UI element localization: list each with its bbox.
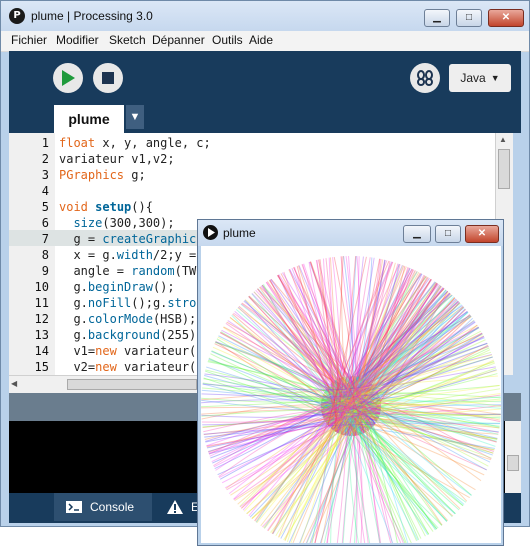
close-button[interactable]: ✕ <box>488 9 524 27</box>
line-number: 6 <box>41 216 49 230</box>
code-line: float x, y, angle, c; <box>59 136 211 150</box>
butterfly-icon <box>417 70 433 86</box>
mode-label: Java <box>460 71 486 85</box>
scroll-thumb[interactable] <box>498 149 510 189</box>
menu-depanner[interactable]: Dépanner <box>152 33 205 47</box>
line-number: 7 <box>41 232 49 246</box>
window-title: plume | Processing 3.0 <box>31 9 153 23</box>
menu-outils[interactable]: Outils <box>212 33 243 47</box>
line-number: 15 <box>34 360 49 374</box>
run-button[interactable] <box>53 63 83 93</box>
console-icon <box>66 501 82 513</box>
mode-selector[interactable]: Java ▼ <box>449 64 511 92</box>
sketch-close-button[interactable]: ✕ <box>465 225 499 243</box>
code-line: g = createGraphics( <box>59 232 210 246</box>
line-number: 5 <box>41 200 49 214</box>
code-line: size(300,300); <box>73 216 175 230</box>
scroll-thumb[interactable] <box>67 379 197 390</box>
line-number: 14 <box>34 344 49 358</box>
sketch-window: plume ▁ □ ✕ <box>197 219 504 546</box>
stop-icon <box>102 72 114 84</box>
code-line: PGraphics g; <box>59 168 146 182</box>
warning-icon <box>167 500 183 514</box>
line-number: 10 <box>34 280 49 294</box>
sketch-title-bar[interactable]: plume ▁ □ ✕ <box>198 220 503 246</box>
console-scrollbar[interactable] <box>505 421 521 493</box>
code-line: v2=new variateur(- <box>59 360 204 374</box>
sketch-maximize-button[interactable]: □ <box>435 225 461 243</box>
debug-button[interactable] <box>410 63 440 93</box>
menu-modifier[interactable]: Modifier <box>56 33 99 47</box>
line-number: 3 <box>41 168 49 182</box>
chevron-down-icon: ▼ <box>490 73 500 83</box>
line-number: 8 <box>41 248 49 262</box>
play-icon <box>62 70 75 86</box>
tab-menu-button[interactable]: ▼ <box>126 105 144 129</box>
line-number: 12 <box>34 312 49 326</box>
title-bar[interactable]: P plume | Processing 3.0 ▁ □ ✕ <box>1 1 529 31</box>
tab-bar: plume ▼ <box>9 103 521 133</box>
menu-fichier[interactable]: Fichier <box>11 33 47 47</box>
processing-logo-icon: P <box>9 8 25 24</box>
code-line: variateur v1,v2; <box>59 152 175 166</box>
scroll-thumb[interactable] <box>507 455 519 471</box>
scroll-up-icon[interactable]: ▲ <box>499 135 507 144</box>
processing-logo-icon <box>203 225 218 240</box>
line-number: 13 <box>34 328 49 342</box>
line-number: 9 <box>41 264 49 278</box>
tab-plume[interactable]: plume <box>54 105 124 133</box>
menu-bar: Fichier Modifier Sketch Dépanner Outils … <box>1 31 529 52</box>
stop-button[interactable] <box>93 63 123 93</box>
sketch-minimize-button[interactable]: ▁ <box>403 225 431 243</box>
code-line: angle = random(TWO <box>59 264 204 278</box>
play-icon <box>208 228 215 237</box>
menu-aide[interactable]: Aide <box>249 33 273 47</box>
minimize-button[interactable]: ▁ <box>424 9 450 27</box>
line-number: 2 <box>41 152 49 166</box>
toolbar: Java ▼ <box>9 51 521 103</box>
line-number: 1 <box>41 136 49 150</box>
code-line: x = g.width/2;y = <box>59 248 204 262</box>
console-tab[interactable]: Console <box>54 493 152 521</box>
console-tab-label: Console <box>90 500 135 514</box>
code-line: g.noFill();g.strok <box>59 296 204 310</box>
code-line: g.beginDraw(); <box>59 280 175 294</box>
code-line: void setup(){ <box>59 200 153 214</box>
sketch-title: plume <box>223 226 256 240</box>
line-number: 11 <box>34 296 49 310</box>
code-line: g.background(255); <box>59 328 204 342</box>
sketch-canvas[interactable] <box>201 246 501 543</box>
plume-drawing <box>201 256 501 543</box>
code-line: g.colorMode(HSB);c <box>59 312 204 326</box>
line-number: 4 <box>41 184 49 198</box>
menu-sketch[interactable]: Sketch <box>109 33 146 47</box>
scroll-left-icon[interactable]: ◀ <box>11 379 17 388</box>
code-line: v1=new variateur(- <box>59 344 204 358</box>
maximize-button[interactable]: □ <box>456 9 482 27</box>
